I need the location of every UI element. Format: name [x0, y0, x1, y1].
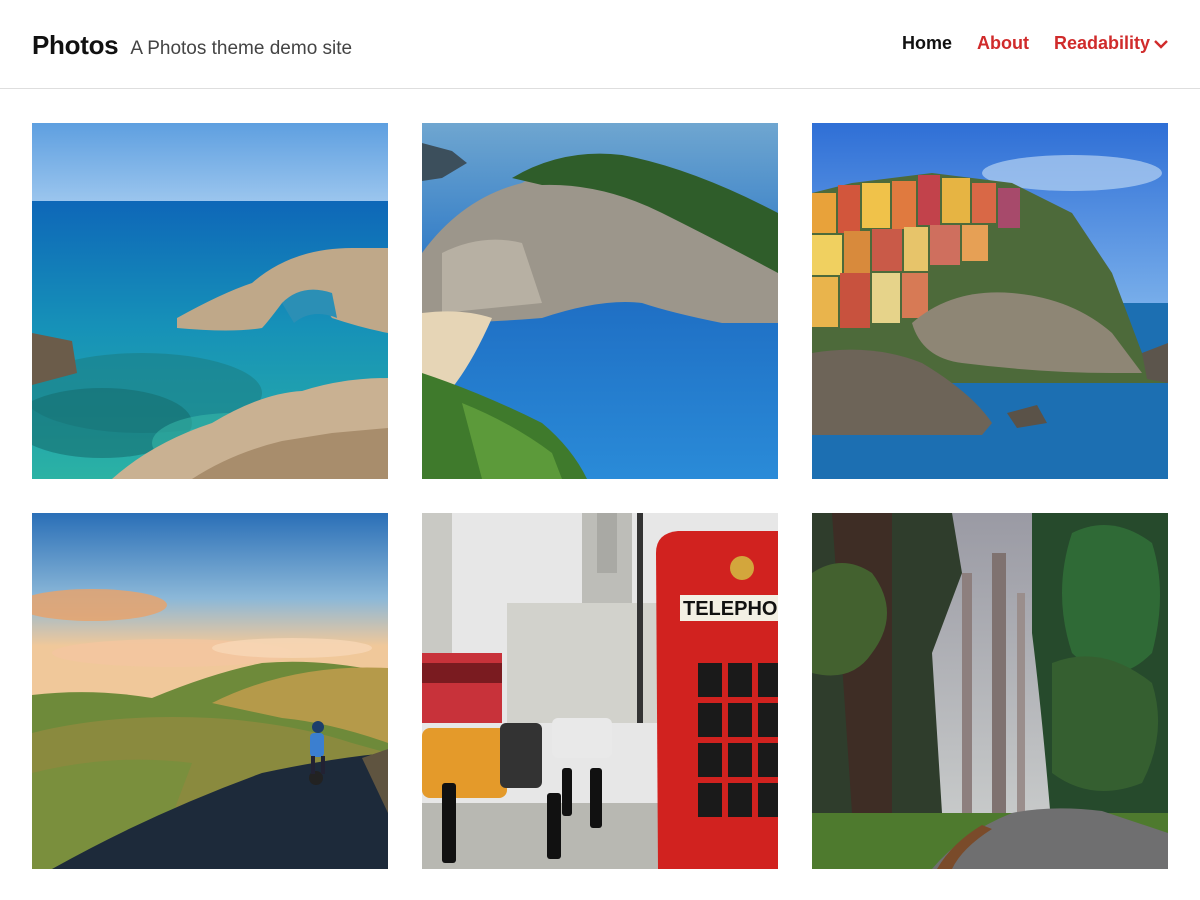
site-description: A Photos theme demo site — [130, 38, 353, 59]
photo-telephone-box: TELEPHO — [422, 513, 778, 869]
telephone-sign-text: TELEPHO — [683, 598, 777, 620]
branding: Photos A Photos theme demo site — [32, 30, 352, 61]
photo-tile-cyclist-road[interactable] — [32, 513, 388, 869]
photo-cliff-village — [812, 123, 1168, 479]
photo-cyclist-road — [32, 513, 388, 869]
nav-readability-link[interactable]: Readability — [1054, 33, 1168, 54]
photo-sea-arch — [32, 123, 388, 479]
photo-grid: TELEPHO — [32, 123, 1168, 870]
main-navigation: Home About Readability — [877, 33, 1168, 54]
nav-readability-label: Readability — [1053, 33, 1150, 53]
photo-tile-sea-arch[interactable] — [32, 123, 388, 479]
photo-tile-forest-road[interactable] — [812, 513, 1168, 869]
photo-tile-telephone-box[interactable]: TELEPHO — [422, 513, 778, 869]
nav-home-link[interactable]: Home — [902, 33, 952, 54]
site-title-link[interactable]: Photos — [32, 30, 119, 61]
site-header: Photos A Photos theme demo site Home Abo… — [0, 0, 1200, 89]
chevron-down-icon — [1154, 39, 1168, 49]
nav-about-link[interactable]: About — [977, 33, 1029, 54]
photo-forest-road — [812, 513, 1168, 869]
photo-cliff-cove — [422, 123, 778, 479]
photo-tile-cliff-village[interactable] — [812, 123, 1168, 479]
photo-tile-cliff-cove[interactable] — [422, 123, 778, 479]
